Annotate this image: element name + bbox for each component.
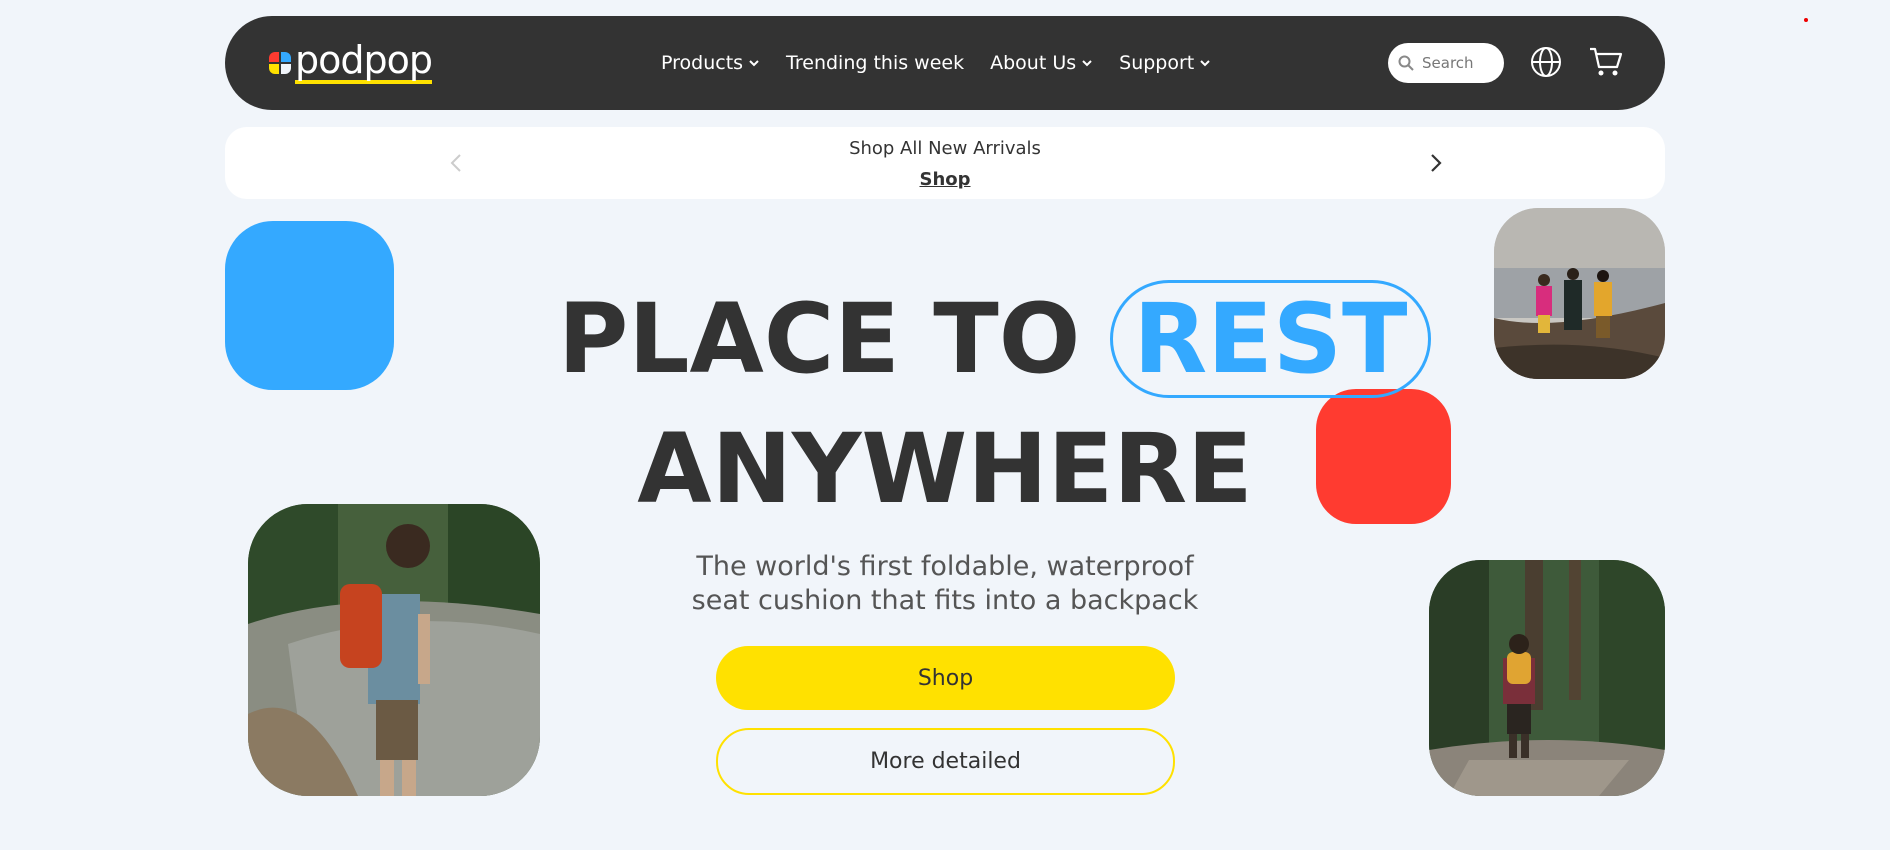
hero-subtitle: The world's first foldable, waterproof s…: [0, 550, 1890, 618]
nav-item-label: Trending this week: [786, 52, 965, 74]
navbar: podpop Products Trending this week About…: [225, 16, 1665, 110]
shop-button[interactable]: Shop: [716, 646, 1175, 710]
announcement-shop-link[interactable]: Shop: [225, 169, 1665, 190]
nav-item-support[interactable]: Support: [1119, 52, 1211, 74]
announcement-bar: Shop All New Arrivals Shop: [225, 127, 1665, 199]
search-box[interactable]: [1388, 43, 1504, 83]
search-icon: [1398, 55, 1414, 71]
photo-people-at-sea: [1494, 208, 1665, 379]
nav-item-label: Products: [661, 52, 744, 74]
globe-icon[interactable]: [1530, 46, 1562, 78]
photo-hiker-on-road: [248, 504, 540, 796]
chevron-down-icon: [1082, 60, 1092, 67]
logo-text: podpop: [295, 38, 433, 84]
hero-heading-line2: ANYWHERE: [637, 413, 1253, 525]
nav-item-label: Support: [1119, 52, 1195, 74]
cart-icon[interactable]: [1589, 46, 1623, 78]
chevron-down-icon: [749, 60, 759, 67]
more-detailed-button[interactable]: More detailed: [716, 728, 1175, 795]
blue-decor-square: [225, 221, 394, 390]
nav-item-label: About Us: [990, 52, 1077, 74]
logo[interactable]: podpop: [269, 38, 433, 84]
hero-heading-line1: PLACE TO REST: [558, 280, 1431, 398]
nav-item-products[interactable]: Products: [661, 52, 760, 74]
hero-subtitle-line1: The world's first foldable, waterproof: [696, 551, 1194, 582]
main-nav: Products Trending this week About Us Sup…: [661, 16, 1211, 110]
search-input[interactable]: [1422, 54, 1490, 72]
nav-item-trending[interactable]: Trending this week: [786, 52, 964, 74]
logo-mark-icon: [269, 52, 291, 74]
red-dot-indicator: [1804, 18, 1808, 22]
hero-heading-text: PLACE TO: [558, 283, 1081, 395]
chevron-down-icon: [1200, 60, 1210, 67]
hero-subtitle-line2: seat cushion that fits into a backpack: [691, 585, 1199, 616]
nav-item-about-us[interactable]: About Us: [990, 52, 1093, 74]
chevron-right-icon[interactable]: [1422, 150, 1448, 176]
announcement-text: Shop All New Arrivals: [849, 138, 1041, 159]
hero-highlight-word: REST: [1110, 280, 1431, 398]
